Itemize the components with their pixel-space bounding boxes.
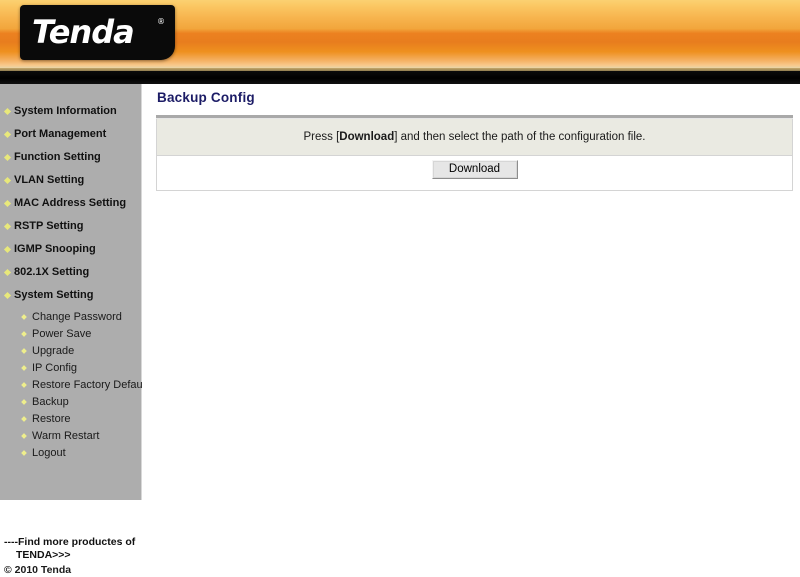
- header-black-bar: [0, 71, 800, 84]
- sidebar-item-label: VLAN Setting: [14, 174, 85, 186]
- sidebar-item-label: Port Management: [14, 128, 107, 140]
- sidebar-item-function-setting[interactable]: Function Setting: [0, 146, 142, 169]
- sidebar-subitem-ip-config[interactable]: IP Config: [0, 360, 142, 377]
- diamond-bullet-icon: [21, 314, 27, 320]
- diamond-bullet-icon: [3, 153, 12, 162]
- sidebar-subitem-label: Logout: [32, 447, 66, 459]
- sidebar-subitem-label: Restore Factory Default: [32, 379, 149, 391]
- sidebar-subitem-label: IP Config: [32, 362, 78, 374]
- sidebar-subitem-label: Restore: [32, 413, 71, 425]
- panel-body: Press [Download] and then select the pat…: [156, 119, 793, 191]
- page-header: Tenda ®: [0, 0, 800, 68]
- instruction-prefix: Press [: [303, 131, 340, 143]
- find-more-link-line1[interactable]: ----Find more productes of: [0, 536, 142, 549]
- sidebar-subitem-upgrade[interactable]: Upgrade: [0, 343, 142, 360]
- download-button[interactable]: Download: [431, 160, 518, 179]
- instruction-bold-download: Download: [339, 131, 395, 143]
- tenda-logo[interactable]: Tenda ®: [20, 5, 175, 60]
- sidebar-item-vlan-setting[interactable]: VLAN Setting: [0, 169, 142, 192]
- sidebar-item-system-information[interactable]: System Information: [0, 100, 142, 123]
- backup-config-panel: Press [Download] and then select the pat…: [156, 115, 793, 191]
- sidebar-item-label: IGMP Snooping: [14, 243, 96, 255]
- diamond-bullet-icon: [3, 268, 12, 277]
- sidebar-item-system-setting[interactable]: System Setting: [0, 284, 142, 307]
- sidebar-subitem-restore[interactable]: Restore: [0, 411, 142, 428]
- action-row: Download: [157, 156, 792, 190]
- diamond-bullet-icon: [3, 107, 12, 116]
- registered-trademark-icon: ®: [157, 17, 165, 26]
- sidebar-subitem-restore-factory-default[interactable]: Restore Factory Default: [0, 377, 148, 394]
- sidebar-subitem-label: Power Save: [32, 328, 92, 340]
- sidebar-menu-list: System Information Port Management Funct…: [0, 100, 148, 462]
- sidebar-item-label: System Setting: [14, 289, 94, 301]
- find-more-link-line2[interactable]: TENDA>>>: [0, 549, 142, 562]
- sidebar-item-label: MAC Address Setting: [14, 197, 127, 209]
- diamond-bullet-icon: [3, 130, 12, 139]
- copyright-text: © 2010 Tenda: [4, 564, 72, 576]
- diamond-bullet-icon: [3, 245, 12, 254]
- sidebar-item-mac-address-setting[interactable]: MAC Address Setting: [0, 192, 142, 215]
- sidebar-subitem-power-save[interactable]: Power Save: [0, 326, 142, 343]
- diamond-bullet-icon: [21, 399, 27, 405]
- logo-wordmark: Tenda: [32, 13, 135, 51]
- sidebar-subitem-warm-restart[interactable]: Warm Restart: [0, 428, 142, 445]
- diamond-bullet-icon: [21, 365, 27, 371]
- sidebar-item-label: Function Setting: [14, 151, 101, 163]
- instruction-suffix: ] and then select the path of the config…: [394, 131, 646, 143]
- sidebar-item-label: System Information: [14, 105, 117, 117]
- main-content-area: Backup Config Press [Download] and then …: [143, 84, 800, 500]
- diamond-bullet-icon: [21, 433, 27, 439]
- diamond-bullet-icon: [21, 382, 27, 388]
- sidebar-subitem-logout[interactable]: Logout: [0, 445, 142, 462]
- sidebar-navigation: System Information Port Management Funct…: [0, 84, 148, 576]
- sidebar-item-rstp-setting[interactable]: RSTP Setting: [0, 215, 142, 238]
- diamond-bullet-icon: [21, 450, 27, 456]
- sidebar-item-label: 802.1X Setting: [14, 266, 90, 278]
- diamond-bullet-icon: [21, 416, 27, 422]
- sidebar-submenu-system-setting: Change Password Power Save Upgrade IP Co…: [0, 309, 148, 462]
- sidebar-subitem-backup[interactable]: Backup: [0, 394, 142, 411]
- page-title: Backup Config: [157, 90, 255, 105]
- sidebar-footer: ----Find more productes of TENDA>>> © 20…: [0, 536, 142, 577]
- sidebar-subitem-change-password[interactable]: Change Password: [0, 309, 142, 326]
- sidebar-item-label: RSTP Setting: [14, 220, 84, 232]
- diamond-bullet-icon: [3, 222, 12, 231]
- sidebar-subitem-label: Upgrade: [32, 345, 75, 357]
- sidebar-item-igmp-snooping[interactable]: IGMP Snooping: [0, 238, 142, 261]
- sidebar-subitem-label: Warm Restart: [32, 430, 100, 442]
- sidebar-subitem-label: Backup: [32, 396, 69, 408]
- sidebar-item-8021x-setting[interactable]: 802.1X Setting: [0, 261, 142, 284]
- diamond-bullet-icon: [21, 348, 27, 354]
- diamond-bullet-icon: [3, 291, 12, 300]
- sidebar-item-port-management[interactable]: Port Management: [0, 123, 142, 146]
- diamond-bullet-icon: [3, 199, 12, 208]
- diamond-bullet-icon: [21, 331, 27, 337]
- diamond-bullet-icon: [3, 176, 12, 185]
- instruction-row: Press [Download] and then select the pat…: [157, 119, 792, 156]
- sidebar-subitem-label: Change Password: [32, 311, 122, 323]
